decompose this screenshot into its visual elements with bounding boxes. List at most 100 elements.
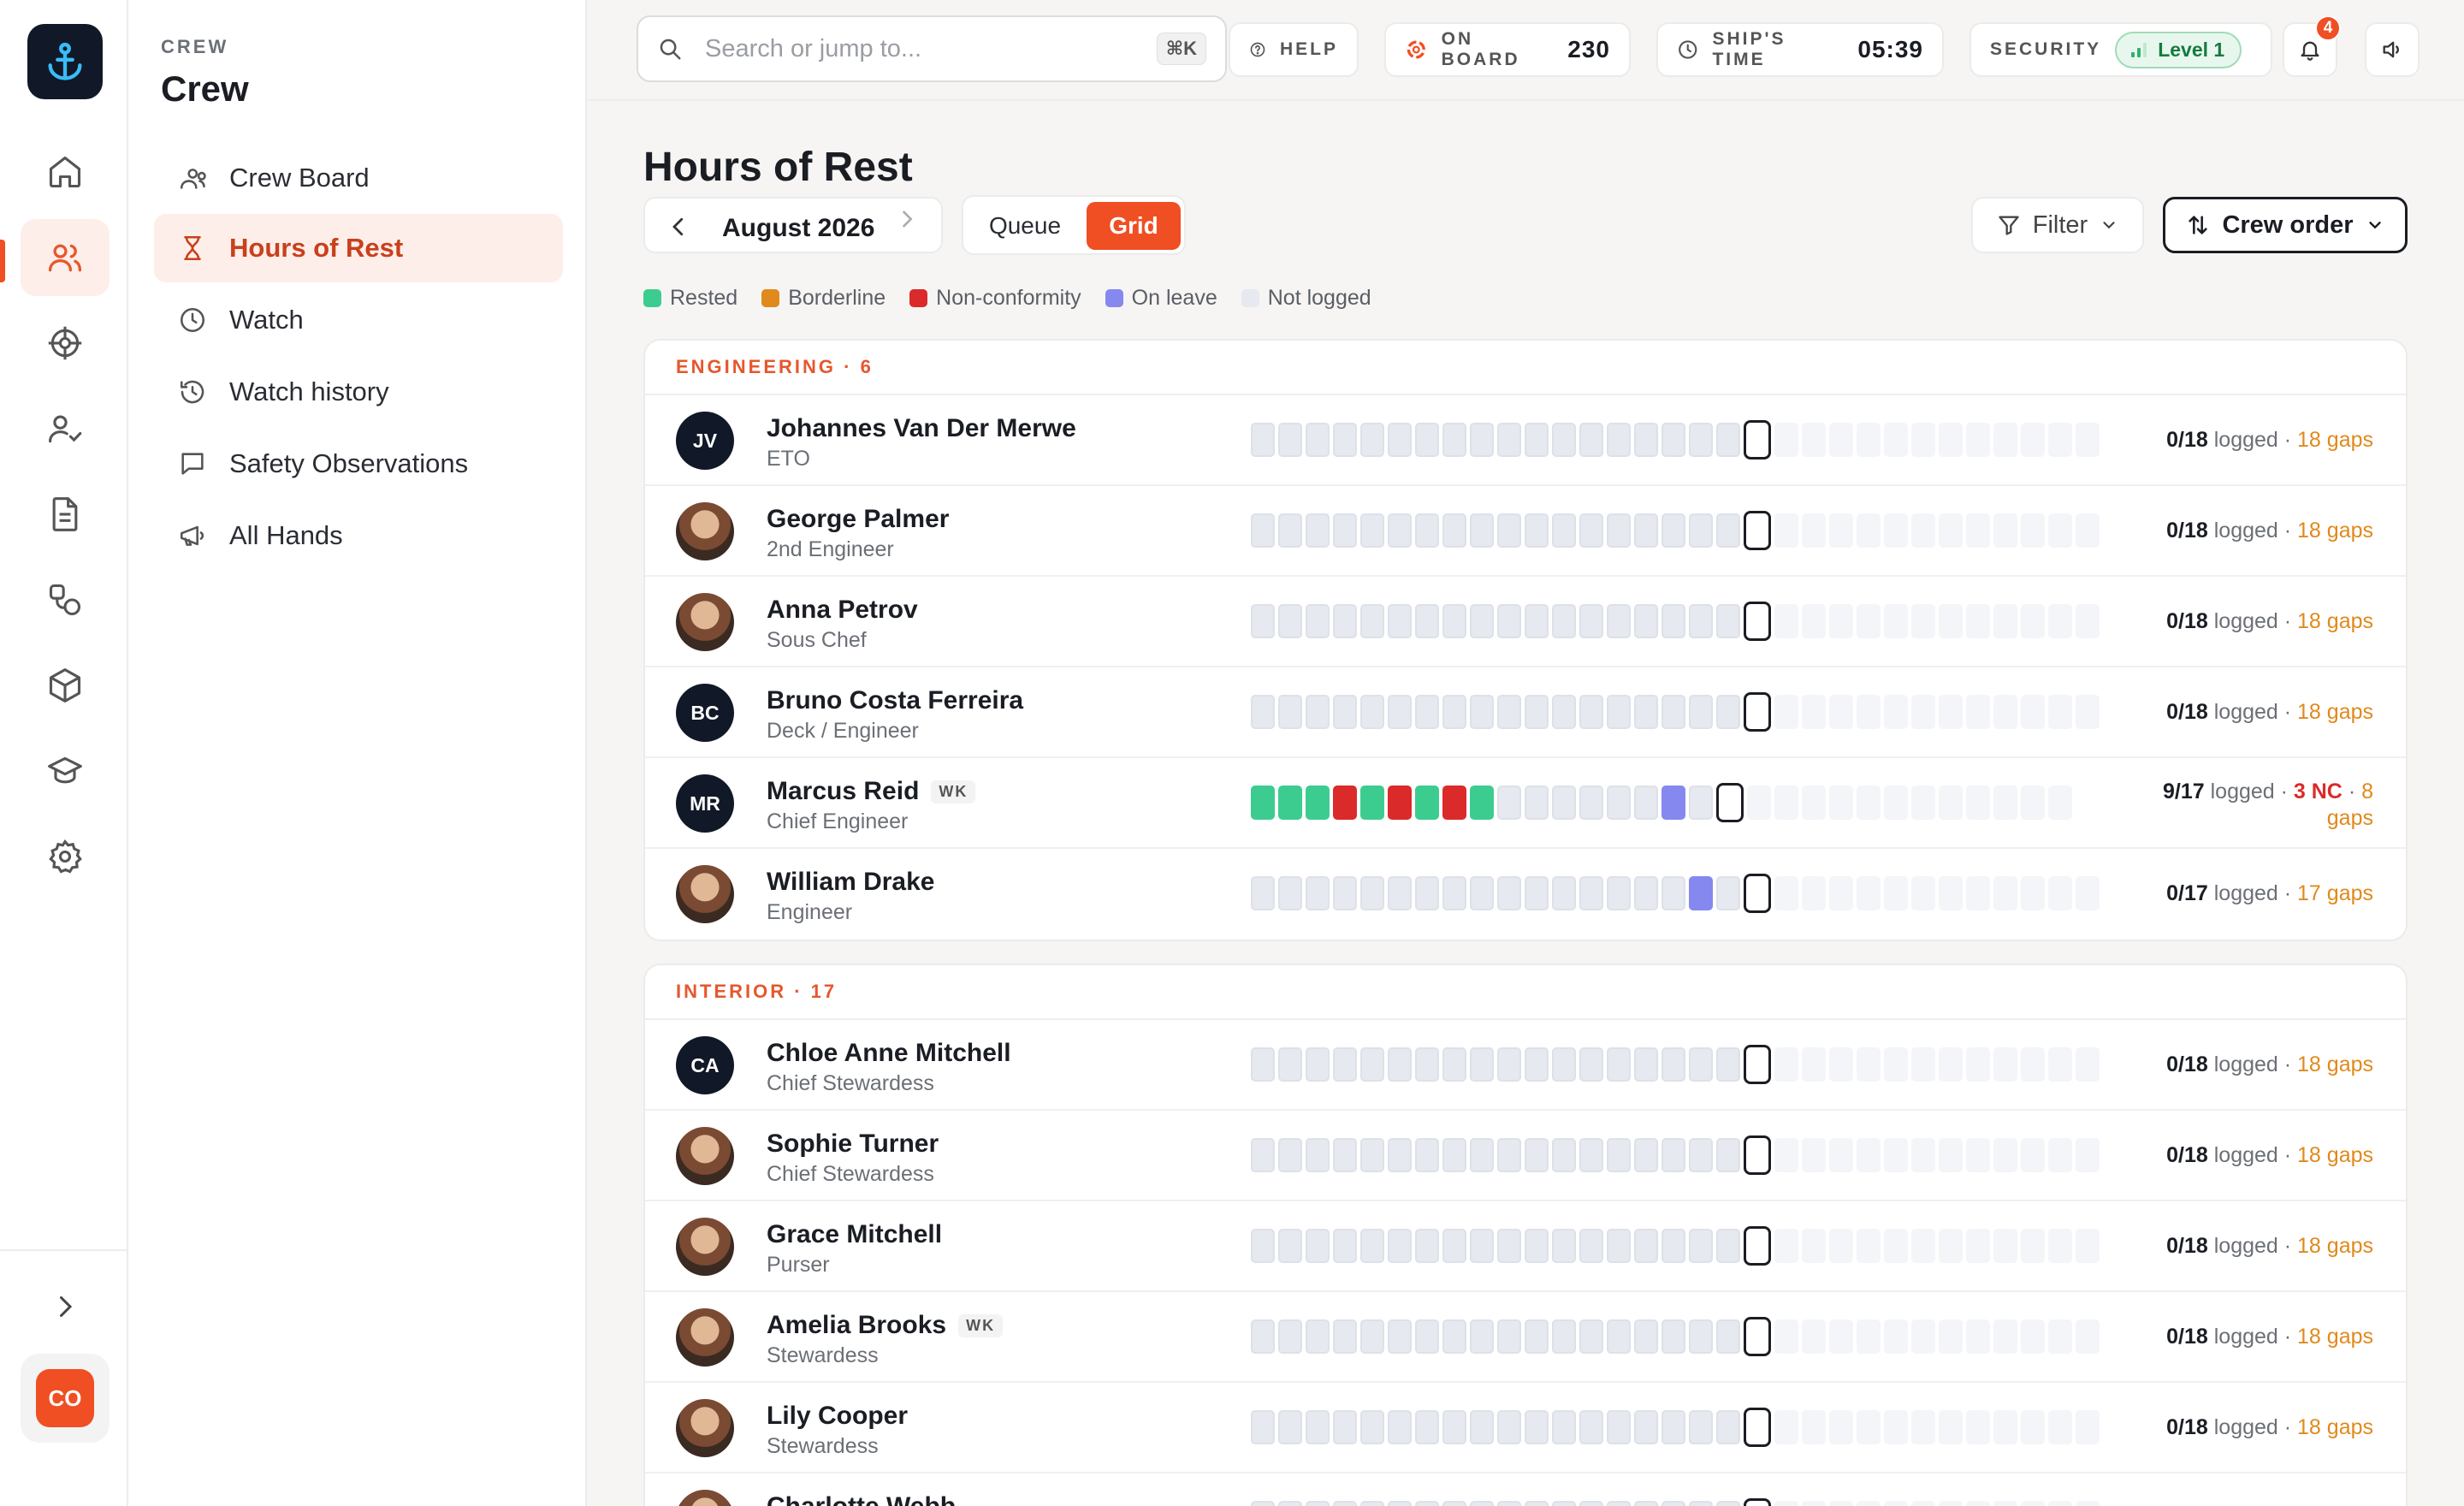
day-cell[interactable] (1716, 604, 1740, 638)
day-cell[interactable] (1497, 786, 1521, 820)
day-cell[interactable] (1388, 876, 1412, 910)
day-cell[interactable] (1829, 1047, 1853, 1082)
day-cell[interactable] (1415, 1047, 1439, 1082)
day-cell[interactable] (1579, 604, 1603, 638)
day-cell[interactable] (1251, 513, 1275, 548)
day-cell[interactable] (1360, 513, 1384, 548)
crew-row[interactable]: Amelia Brooks WK Stewardess 0/18 logged · 1… (645, 1292, 2406, 1383)
day-cell[interactable] (1716, 1047, 1740, 1082)
day-cell[interactable] (1470, 1047, 1494, 1082)
notifications-button[interactable]: 4 (2283, 15, 2341, 77)
day-cell[interactable] (1689, 1047, 1713, 1082)
anchor-logo[interactable] (27, 24, 103, 99)
day-cell[interactable] (1993, 876, 2017, 910)
day-cell[interactable] (1251, 695, 1275, 729)
search-box[interactable]: ⌘K (637, 15, 1227, 82)
day-cell[interactable] (1251, 1319, 1275, 1354)
day-cell[interactable] (2076, 1138, 2100, 1172)
day-cell[interactable] (1939, 423, 1963, 457)
day-cell[interactable] (1306, 513, 1330, 548)
day-cell[interactable] (2048, 513, 2072, 548)
day-cell[interactable] (1634, 876, 1658, 910)
day-cell[interactable] (1993, 513, 2017, 548)
day-cell[interactable] (1661, 1410, 1685, 1444)
day-cell[interactable] (1442, 1138, 1466, 1172)
today-cell[interactable] (1744, 602, 1771, 641)
day-cell[interactable] (1360, 423, 1384, 457)
day-cell[interactable] (1525, 786, 1549, 820)
chevron-right-icon[interactable] (895, 207, 919, 231)
day-cell[interactable] (1607, 1319, 1631, 1354)
day-cell[interactable] (1802, 786, 1826, 820)
avatar[interactable] (676, 1399, 734, 1457)
rail-settings-button[interactable] (21, 818, 110, 895)
day-cell[interactable] (1802, 1138, 1826, 1172)
day-cell[interactable] (1661, 1319, 1685, 1354)
day-cell[interactable] (1497, 1319, 1521, 1354)
day-cell[interactable] (1360, 1047, 1384, 1082)
day-cell[interactable] (1966, 876, 1990, 910)
day-cell[interactable] (1939, 1138, 1963, 1172)
day-cell[interactable] (1579, 513, 1603, 548)
today-cell[interactable] (1744, 1498, 1771, 1506)
day-cell[interactable] (2076, 423, 2100, 457)
day-cell[interactable] (1552, 1319, 1576, 1354)
day-cell[interactable] (1607, 786, 1631, 820)
day-cell[interactable] (1802, 513, 1826, 548)
day-cell[interactable] (1716, 423, 1740, 457)
day-cell[interactable] (1966, 1501, 1990, 1506)
day-cell[interactable] (1333, 1229, 1357, 1263)
day-cell[interactable] (1884, 1138, 1908, 1172)
day-cell[interactable] (1774, 513, 1798, 548)
day-cell[interactable] (1634, 1501, 1658, 1506)
day-cell[interactable] (1884, 1501, 1908, 1506)
day-cell[interactable] (1661, 423, 1685, 457)
day-cell[interactable] (1993, 1501, 2017, 1506)
nav-item-watch-history[interactable]: Watch history (154, 358, 563, 426)
day-cell[interactable] (1911, 604, 1935, 638)
day-cell[interactable] (1939, 695, 1963, 729)
day-cell[interactable] (1802, 1047, 1826, 1082)
crew-row[interactable]: Grace Mitchell Purser 0/18 logged · 18 gap… (645, 1201, 2406, 1292)
day-cell[interactable] (2021, 1138, 2045, 1172)
day-cell[interactable] (1607, 1410, 1631, 1444)
day-cell[interactable] (1278, 423, 1302, 457)
day-cell[interactable] (1306, 786, 1330, 820)
nav-item-safety-observations[interactable]: Safety Observations (154, 430, 563, 498)
day-cell[interactable] (1857, 1138, 1881, 1172)
day-cell[interactable] (1857, 1410, 1881, 1444)
day-cell[interactable] (1442, 1410, 1466, 1444)
day-cell[interactable] (1306, 1229, 1330, 1263)
day-cell[interactable] (2021, 786, 2045, 820)
day-cell[interactable] (2048, 1047, 2072, 1082)
day-cell[interactable] (1716, 1501, 1740, 1506)
view-queue-tab[interactable]: Queue (974, 202, 1076, 250)
day-cell[interactable] (1911, 513, 1935, 548)
day-cell[interactable] (1360, 1319, 1384, 1354)
day-cell[interactable] (1415, 423, 1439, 457)
day-cell[interactable] (1607, 423, 1631, 457)
day-cell[interactable] (1525, 423, 1549, 457)
day-cell[interactable] (1884, 786, 1908, 820)
day-cell[interactable] (2076, 1047, 2100, 1082)
day-cell[interactable] (1966, 1229, 1990, 1263)
day-cell[interactable] (1306, 1319, 1330, 1354)
day-cell[interactable] (1716, 1410, 1740, 1444)
day-cell[interactable] (1278, 876, 1302, 910)
day-cell[interactable] (2048, 876, 2072, 910)
day-cell[interactable] (1442, 423, 1466, 457)
day-cell[interactable] (1525, 604, 1549, 638)
rail-shapes-button[interactable] (21, 561, 110, 638)
day-cell[interactable] (1884, 876, 1908, 910)
day-cell[interactable] (1579, 1138, 1603, 1172)
day-cell[interactable] (1607, 1047, 1631, 1082)
day-cell[interactable] (1470, 604, 1494, 638)
day-cell[interactable] (1442, 604, 1466, 638)
sound-button[interactable] (2365, 22, 2420, 77)
day-cell[interactable] (1774, 1138, 1798, 1172)
day-cell[interactable] (1911, 1229, 1935, 1263)
day-cell[interactable] (2048, 423, 2072, 457)
day-cell[interactable] (1442, 1501, 1466, 1506)
avatar[interactable]: JV (676, 412, 734, 470)
day-cell[interactable] (1278, 1047, 1302, 1082)
